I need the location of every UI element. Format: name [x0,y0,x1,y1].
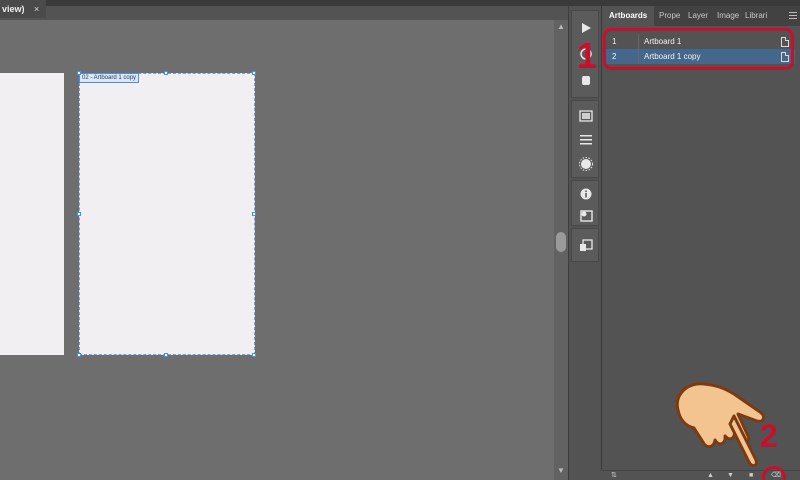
swatches-icon[interactable] [572,105,600,127]
artboard-name-label: 02 - Artboard 1 copy [79,73,140,83]
document-tab[interactable]: view) × [0,0,46,18]
info-icon[interactable] [572,183,600,205]
panel-menu-icon[interactable] [789,12,797,19]
canvas-area[interactable]: 02 - Artboard 1 copy [0,20,554,480]
appearance-icon[interactable] [572,153,600,175]
highlight-artboard-list [603,28,794,70]
new-artboard-icon[interactable]: ■ [749,472,757,479]
step-1-label: 1 [577,35,598,76]
step-2-label: 2 [760,418,778,454]
vertical-scrollbar[interactable]: ▲ ▼ [554,20,568,480]
move-up-icon[interactable]: ▲ [707,472,715,479]
panel-tabs: Artboards Prope Layer Image Librari [602,6,800,26]
resize-handle[interactable] [77,212,81,216]
tab-image-trace[interactable]: Image [717,6,743,26]
move-down-icon[interactable]: ▼ [727,472,735,479]
app-window: view) × 02 - Artboard 1 copy ▲ ▼ Artboar… [0,0,800,480]
artboard-1[interactable] [0,73,64,355]
stroke-icon[interactable] [572,129,600,151]
image-trace-icon[interactable] [572,205,600,227]
tab-layers[interactable]: Layer [688,6,714,26]
tool-group-middle [571,100,599,178]
resize-handle[interactable] [252,353,256,357]
panel-icons-column [568,6,600,480]
tool-group-bottom [571,228,599,262]
resize-handle[interactable] [252,212,256,216]
tab-libraries[interactable]: Librari [745,6,777,26]
resize-handle[interactable] [77,353,81,357]
scroll-up-icon[interactable]: ▲ [556,22,566,32]
document-tab-title: view) [2,4,25,14]
tab-properties[interactable]: Prope [659,6,685,26]
tab-artboards[interactable]: Artboards [602,6,654,26]
resize-handle[interactable] [77,71,81,75]
close-icon[interactable]: × [34,0,39,18]
tool-group-lower [571,180,599,226]
resize-handle[interactable] [164,71,168,75]
scrollbar-thumb[interactable] [556,232,566,252]
pointing-hand-icon [675,382,766,468]
rearrange-icon[interactable]: ⇅ [611,472,619,479]
tab-strip [46,6,568,20]
resize-handle[interactable] [164,353,168,357]
artboard-2-selected[interactable] [79,73,255,355]
artboards-panel-icon[interactable] [572,235,600,257]
resize-handle[interactable] [252,71,256,75]
scroll-down-icon[interactable]: ▼ [556,466,566,476]
